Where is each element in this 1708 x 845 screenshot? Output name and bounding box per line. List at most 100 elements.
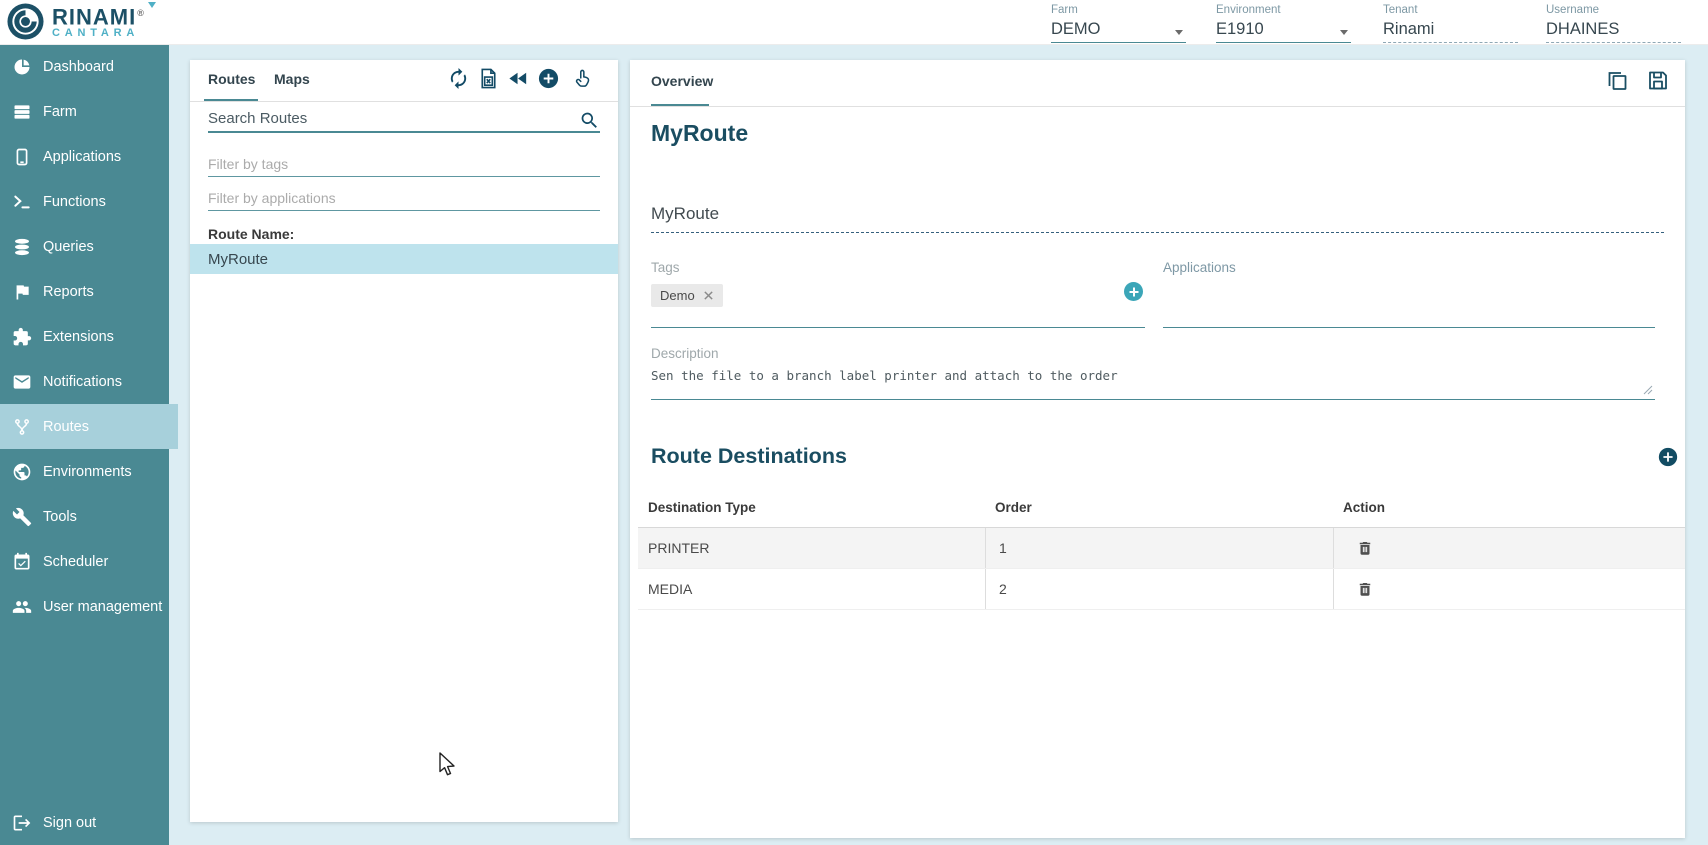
main-content: Routes Maps (169, 44, 1708, 845)
username-label: Username (1546, 4, 1681, 17)
rewind-icon[interactable] (506, 66, 530, 90)
sidebar-item-notifications[interactable]: Notifications (0, 359, 169, 404)
sidebar-item-label: Tools (43, 509, 77, 525)
sidebar-item-extensions[interactable]: Extensions (0, 314, 169, 359)
tag-chip: Demo (651, 284, 723, 307)
route-branch-icon (12, 417, 32, 437)
registered-mark: ® (137, 8, 145, 18)
route-name-field (651, 200, 1664, 233)
environment-label: Environment (1216, 4, 1351, 17)
database-icon (12, 237, 32, 257)
sidebar-item-sign-out[interactable]: Sign out (0, 801, 169, 845)
environment-select[interactable]: E1910 (1216, 17, 1351, 43)
tab-overview[interactable]: Overview (651, 73, 713, 89)
cell-action (1333, 528, 1685, 568)
sidebar-item-label: Scheduler (43, 554, 108, 570)
sidebar-item-routes[interactable]: Routes (0, 404, 178, 449)
cell-destination-type: PRINTER (638, 528, 985, 568)
route-name-input[interactable] (651, 200, 1664, 232)
sidebar-item-applications[interactable]: Applications (0, 134, 169, 179)
search-field (208, 106, 600, 133)
refresh-icon[interactable] (446, 66, 470, 90)
sidebar-item-label: Applications (43, 149, 121, 165)
tenant-field: Tenant Rinami (1383, 4, 1518, 43)
applications-field: Applications (1163, 260, 1236, 275)
tenant-label: Tenant (1383, 4, 1518, 17)
column-header-order: Order (985, 488, 1333, 527)
tag-filter-input[interactable] (208, 152, 600, 176)
username-field: Username DHAINES (1546, 4, 1681, 43)
cell-order: 2 (985, 569, 1333, 609)
cell-destination-type: MEDIA (638, 569, 985, 609)
detail-toolbar (1605, 68, 1670, 92)
farm-value: DEMO (1051, 17, 1186, 42)
brand-swirl-icon (6, 2, 45, 41)
remove-tag-icon[interactable] (703, 290, 714, 301)
save-icon[interactable] (1646, 68, 1670, 92)
sidebar-item-scheduler[interactable]: Scheduler (0, 539, 169, 584)
excel-export-icon[interactable] (476, 66, 500, 90)
envelope-icon (12, 372, 32, 392)
sidebar-item-label: User management (43, 599, 162, 615)
tags-underline (651, 327, 1145, 328)
sidebar-item-user-management[interactable]: User management (0, 584, 169, 629)
copy-icon[interactable] (1605, 68, 1629, 92)
application-filter-input[interactable] (208, 186, 600, 210)
add-destination-icon[interactable] (1657, 446, 1679, 468)
destinations-title: Route Destinations (651, 444, 847, 469)
routes-list-panel: Routes Maps (190, 60, 618, 822)
server-stack-icon (12, 102, 32, 122)
hand-pointer-icon[interactable] (570, 66, 594, 90)
brand-subname: CANTARA (52, 27, 145, 40)
sidebar-item-dashboard[interactable]: Dashboard (0, 44, 169, 89)
chevron-down-icon (1340, 30, 1348, 39)
trash-icon[interactable] (1356, 580, 1374, 598)
sidebar-item-tools[interactable]: Tools (0, 494, 169, 539)
route-list-header: Route Name: (208, 226, 294, 242)
farm-select[interactable]: DEMO (1051, 17, 1186, 43)
tabs-divider (190, 101, 618, 102)
logout-icon (12, 813, 32, 833)
calendar-check-icon (12, 552, 32, 572)
sidebar-item-farm[interactable]: Farm (0, 89, 169, 134)
tab-maps[interactable]: Maps (274, 71, 310, 87)
sidebar-item-label: Routes (43, 419, 89, 435)
sidebar-item-label: Functions (43, 194, 106, 210)
add-circle-icon[interactable] (536, 66, 560, 90)
sidebar-item-functions[interactable]: Functions (0, 179, 169, 224)
page-title: MyRoute (651, 120, 748, 147)
farm-label: Farm (1051, 4, 1186, 17)
sidebar-item-label: Notifications (43, 374, 122, 390)
search-input[interactable] (208, 106, 579, 131)
environment-field: Environment E1910 (1216, 4, 1351, 43)
route-list-item-selected[interactable]: MyRoute (190, 244, 618, 274)
farm-field: Farm DEMO (1051, 4, 1186, 43)
tag-filter-field (208, 152, 600, 177)
description-label: Description (651, 346, 719, 361)
tab-routes[interactable]: Routes (208, 71, 255, 87)
description-field: Sen the file to a branch label printer a… (651, 364, 1655, 400)
table-row: MEDIA 2 (638, 569, 1685, 610)
sidebar-item-reports[interactable]: Reports (0, 269, 169, 314)
username-value: DHAINES (1546, 17, 1681, 42)
sidebar-item-label: Extensions (43, 329, 114, 345)
application-filter-field (208, 186, 600, 211)
sidebar-item-queries[interactable]: Queries (0, 224, 169, 269)
sidebar-item-label: Sign out (43, 815, 96, 831)
routes-toolbar (446, 66, 594, 90)
add-tag-icon[interactable] (1124, 282, 1143, 301)
table-row: PRINTER 1 (638, 528, 1685, 569)
environment-value: E1910 (1216, 17, 1351, 42)
sidebar-item-environments[interactable]: Environments (0, 449, 169, 494)
users-icon (12, 597, 32, 617)
trash-icon[interactable] (1356, 539, 1374, 557)
search-icon[interactable] (579, 110, 600, 131)
sidebar-item-label: Environments (43, 464, 132, 480)
cell-order: 1 (985, 528, 1333, 568)
globe-icon (12, 462, 32, 482)
terminal-icon (12, 192, 32, 212)
chevron-down-icon (1175, 30, 1183, 39)
tabs-divider (630, 106, 1685, 107)
tags-field: Tags Demo (651, 260, 1145, 307)
description-textarea[interactable]: Sen the file to a branch label printer a… (651, 364, 1655, 400)
